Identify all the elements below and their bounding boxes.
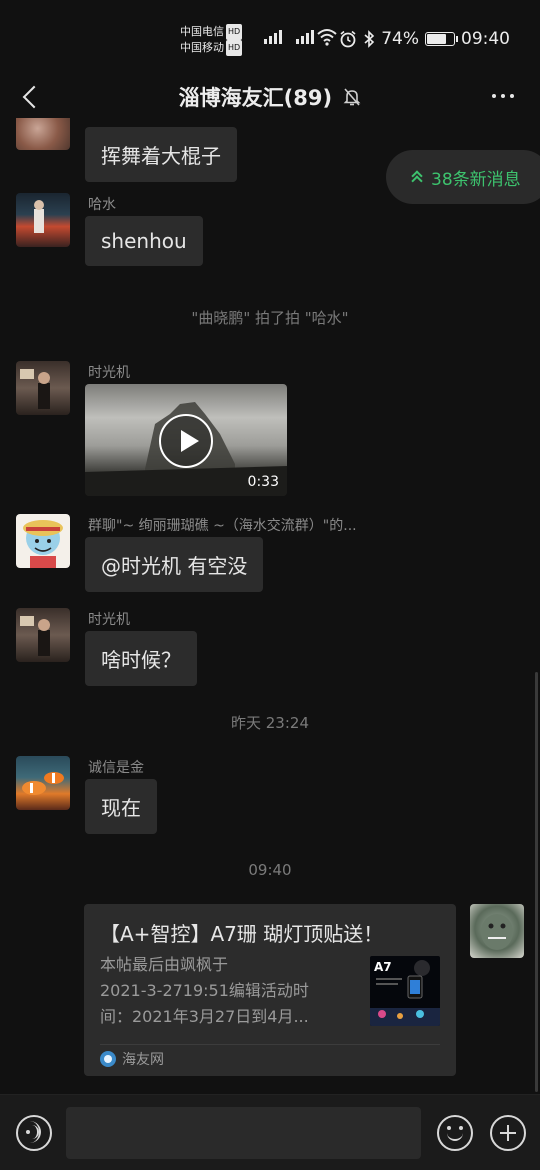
signal-icon xyxy=(264,28,282,44)
battery-fill xyxy=(427,34,446,44)
play-icon[interactable] xyxy=(159,414,213,468)
link-card-thumbnail: A7 xyxy=(370,956,440,1026)
status-right: 74% 09:40 xyxy=(339,29,510,49)
chat-title: 淄博海友汇(89) xyxy=(178,86,333,110)
avatar[interactable] xyxy=(16,756,70,810)
hd-badge: HD xyxy=(226,24,243,40)
input-bar xyxy=(0,1094,540,1170)
source-logo-icon xyxy=(100,1051,116,1067)
video-message[interactable]: 0:33 xyxy=(85,384,287,496)
divider xyxy=(100,1044,440,1045)
avatar[interactable] xyxy=(16,514,70,568)
plus-icon[interactable] xyxy=(490,1115,526,1151)
battery-percent: 74% xyxy=(381,29,419,49)
message-input[interactable] xyxy=(66,1107,421,1159)
clock: 09:40 xyxy=(461,29,510,49)
carrier-2: 中国移动 xyxy=(180,41,224,54)
link-card[interactable]: 【A+智控】A7珊 瑚灯顶贴送！ 本帖最后由飒枫于 2021-3-2719:51… xyxy=(84,904,456,1076)
sender-name: 时光机 xyxy=(88,365,130,381)
avatar[interactable] xyxy=(16,193,70,247)
bluetooth-icon xyxy=(364,30,375,48)
avatar[interactable] xyxy=(16,608,70,662)
signal-icon xyxy=(296,28,314,44)
new-messages-button[interactable]: 38条新消息 xyxy=(386,150,540,204)
video-duration: 0:33 xyxy=(247,474,279,490)
avatar[interactable] xyxy=(16,361,70,415)
chat-area[interactable]: 挥舞着大棍子 哈水 shenhou "曲晓鹏" 拍了拍 "哈水" 时光机 0:3… xyxy=(0,118,540,1094)
sender-name: 哈水 xyxy=(88,197,116,213)
message-bubble[interactable]: 挥舞着大棍子 xyxy=(85,127,237,182)
carrier-info: 中国电信 HD 中国移动 HD xyxy=(180,24,243,56)
carrier-1: 中国电信 xyxy=(180,25,224,38)
scrollbar[interactable] xyxy=(535,672,538,1092)
timestamp: 昨天 23:24 xyxy=(231,714,309,732)
new-messages-label: 38条新消息 xyxy=(431,169,521,190)
chat-header: 淄博海友汇(89) xyxy=(0,78,540,118)
message-bubble[interactable]: 啥时候？ xyxy=(85,631,197,686)
timestamp: 09:40 xyxy=(248,861,292,879)
message-bubble[interactable]: @时光机 有空没 xyxy=(85,537,264,592)
message-bubble[interactable]: shenhou xyxy=(85,216,203,266)
link-card-source: 海友网 xyxy=(100,1049,164,1069)
desc-line: 间：2021年3月27日到4月... xyxy=(100,1007,309,1026)
hd-badge: HD xyxy=(226,40,243,56)
avatar[interactable] xyxy=(16,118,70,150)
sender-name: 群聊"~ 绚丽珊瑚礁 ~（海水交流群）"的... xyxy=(88,518,357,534)
more-dots-icon[interactable] xyxy=(492,94,514,98)
wifi-icon xyxy=(317,29,337,46)
desc-line: 本帖最后由飒枫于 xyxy=(100,955,229,974)
double-chevron-up-icon xyxy=(412,171,421,183)
chat-title-wrap: 淄博海友汇(89) xyxy=(0,82,540,112)
voice-icon[interactable] xyxy=(16,1115,52,1151)
status-bar: 中国电信 HD 中国移动 HD 74% 09:40 xyxy=(0,0,540,78)
sender-name: 时光机 xyxy=(88,612,130,628)
emoji-icon[interactable] xyxy=(437,1115,473,1151)
my-avatar[interactable] xyxy=(470,904,524,958)
battery-icon xyxy=(425,32,458,46)
mute-bell-icon xyxy=(343,88,361,106)
sender-name: 诚信是金 xyxy=(88,760,144,776)
link-card-title: 【A+智控】A7珊 瑚灯顶贴送！ xyxy=(100,922,384,946)
desc-line: 2021-3-2719:51编辑活动时 xyxy=(100,981,309,1000)
link-card-description: 本帖最后由飒枫于 2021-3-2719:51编辑活动时 间：2021年3月27… xyxy=(100,952,350,1030)
alarm-icon xyxy=(340,30,356,48)
pat-notice: "曲晓鹏" 拍了拍 "哈水" xyxy=(191,309,349,327)
source-name: 海友网 xyxy=(122,1052,164,1068)
message-bubble[interactable]: 现在 xyxy=(85,779,157,834)
